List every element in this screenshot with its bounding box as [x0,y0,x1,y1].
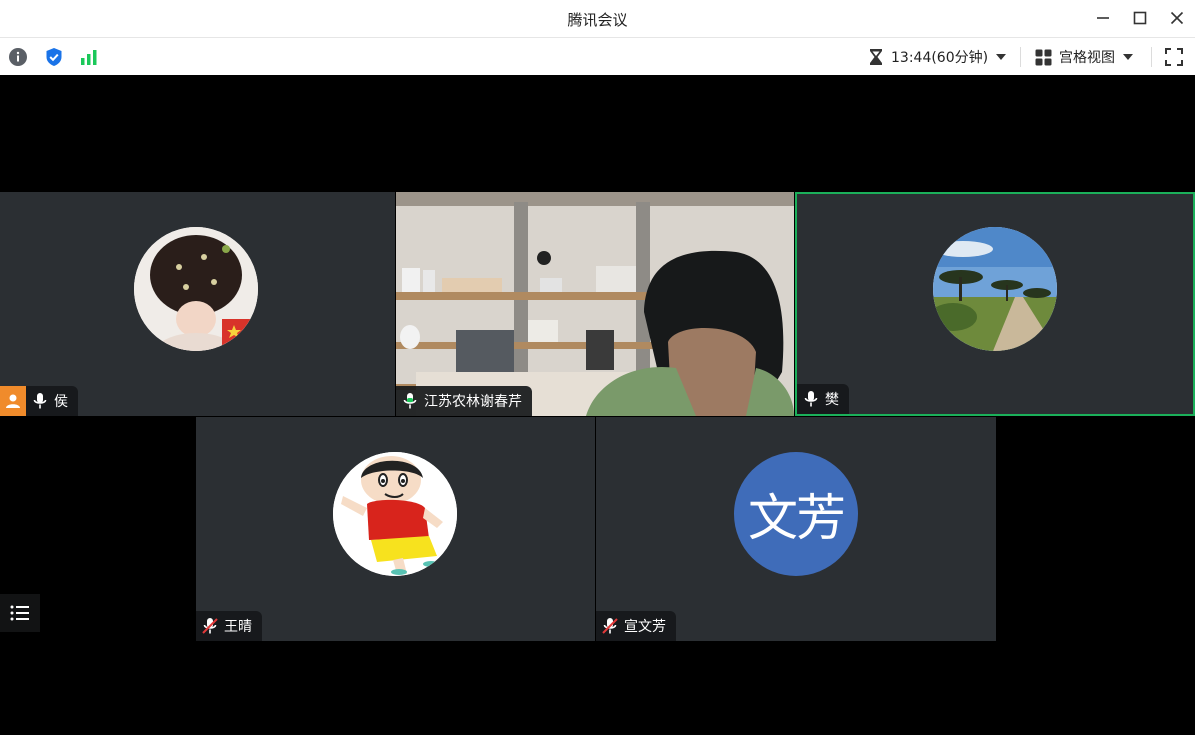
chevron-down-icon [996,54,1007,60]
microphone-muted-icon [200,616,220,636]
info-icon [9,48,27,66]
participant-nametag: 王晴 [196,611,262,641]
network-status-button[interactable] [78,46,100,68]
minimize-button[interactable] [1090,6,1116,30]
signal-bars-icon [81,50,97,65]
microphone-icon [30,391,50,411]
participant-tile-xuan[interactable]: 文芳 宣文芳 [596,417,996,641]
avatar-photo [933,227,1057,351]
close-button[interactable] [1164,6,1190,30]
shield-check-icon [46,48,62,66]
participant-nametag: 江苏农林谢春芹 [396,386,532,416]
hourglass-icon [870,49,882,65]
avatar-photo [134,227,258,351]
participant-name: 樊 [825,392,839,408]
close-icon [1170,11,1184,25]
avatar [333,452,457,576]
meeting-window: 腾讯会议 13:44(60分钟) 宫格视图 侯 江苏农林谢春芹 樊 王晴 文芳 … [0,0,1195,735]
toolbar-divider [1151,47,1152,67]
minimize-icon [1097,17,1109,19]
meeting-timer[interactable]: 13:44(60分钟) [868,38,1007,76]
participant-name: 江苏农林谢春芹 [424,394,522,410]
participant-name: 侯 [54,394,68,410]
participant-list-button[interactable] [0,594,40,632]
maximize-button[interactable] [1127,6,1153,30]
avatar-cartoon [333,452,457,576]
microphone-speaking-icon [400,391,420,411]
timer-text: 13:44(60分钟) [891,50,989,66]
view-switch-button[interactable]: 宫格视图 [1035,38,1133,76]
avatar [933,227,1057,351]
microphone-muted-icon [600,616,620,636]
security-button[interactable] [43,46,65,68]
participant-nametag: 宣文芳 [596,611,676,641]
title-bar: 腾讯会议 [0,0,1195,37]
fullscreen-icon [1165,48,1183,66]
participant-tile-hou[interactable]: 侯 [0,192,395,416]
list-icon [10,605,29,621]
grid-view-icon [1035,49,1052,65]
participant-nametag: 樊 [797,384,849,414]
participant-video [396,192,794,416]
view-label: 宫格视图 [1059,50,1115,66]
chevron-down-icon [1123,54,1133,60]
microphone-icon [801,389,821,409]
host-badge [0,386,26,416]
avatar [134,227,258,351]
maximize-icon [1133,11,1147,25]
participant-tile-wang[interactable]: 王晴 [196,417,595,641]
participant-tile-xie[interactable]: 江苏农林谢春芹 [396,192,794,416]
meeting-toolbar: 13:44(60分钟) 宫格视图 [0,37,1195,75]
avatar-initials: 文芳 [734,452,858,576]
toolbar-divider [1020,47,1021,67]
participant-name: 王晴 [224,619,252,635]
meeting-info-button[interactable] [7,46,29,68]
participant-name: 宣文芳 [624,619,666,635]
host-user-icon [6,394,20,408]
participant-nametag: 侯 [26,386,78,416]
window-title: 腾讯会议 [567,11,628,29]
participant-tile-fan[interactable]: 樊 [795,192,1195,416]
fullscreen-button[interactable] [1163,46,1185,68]
